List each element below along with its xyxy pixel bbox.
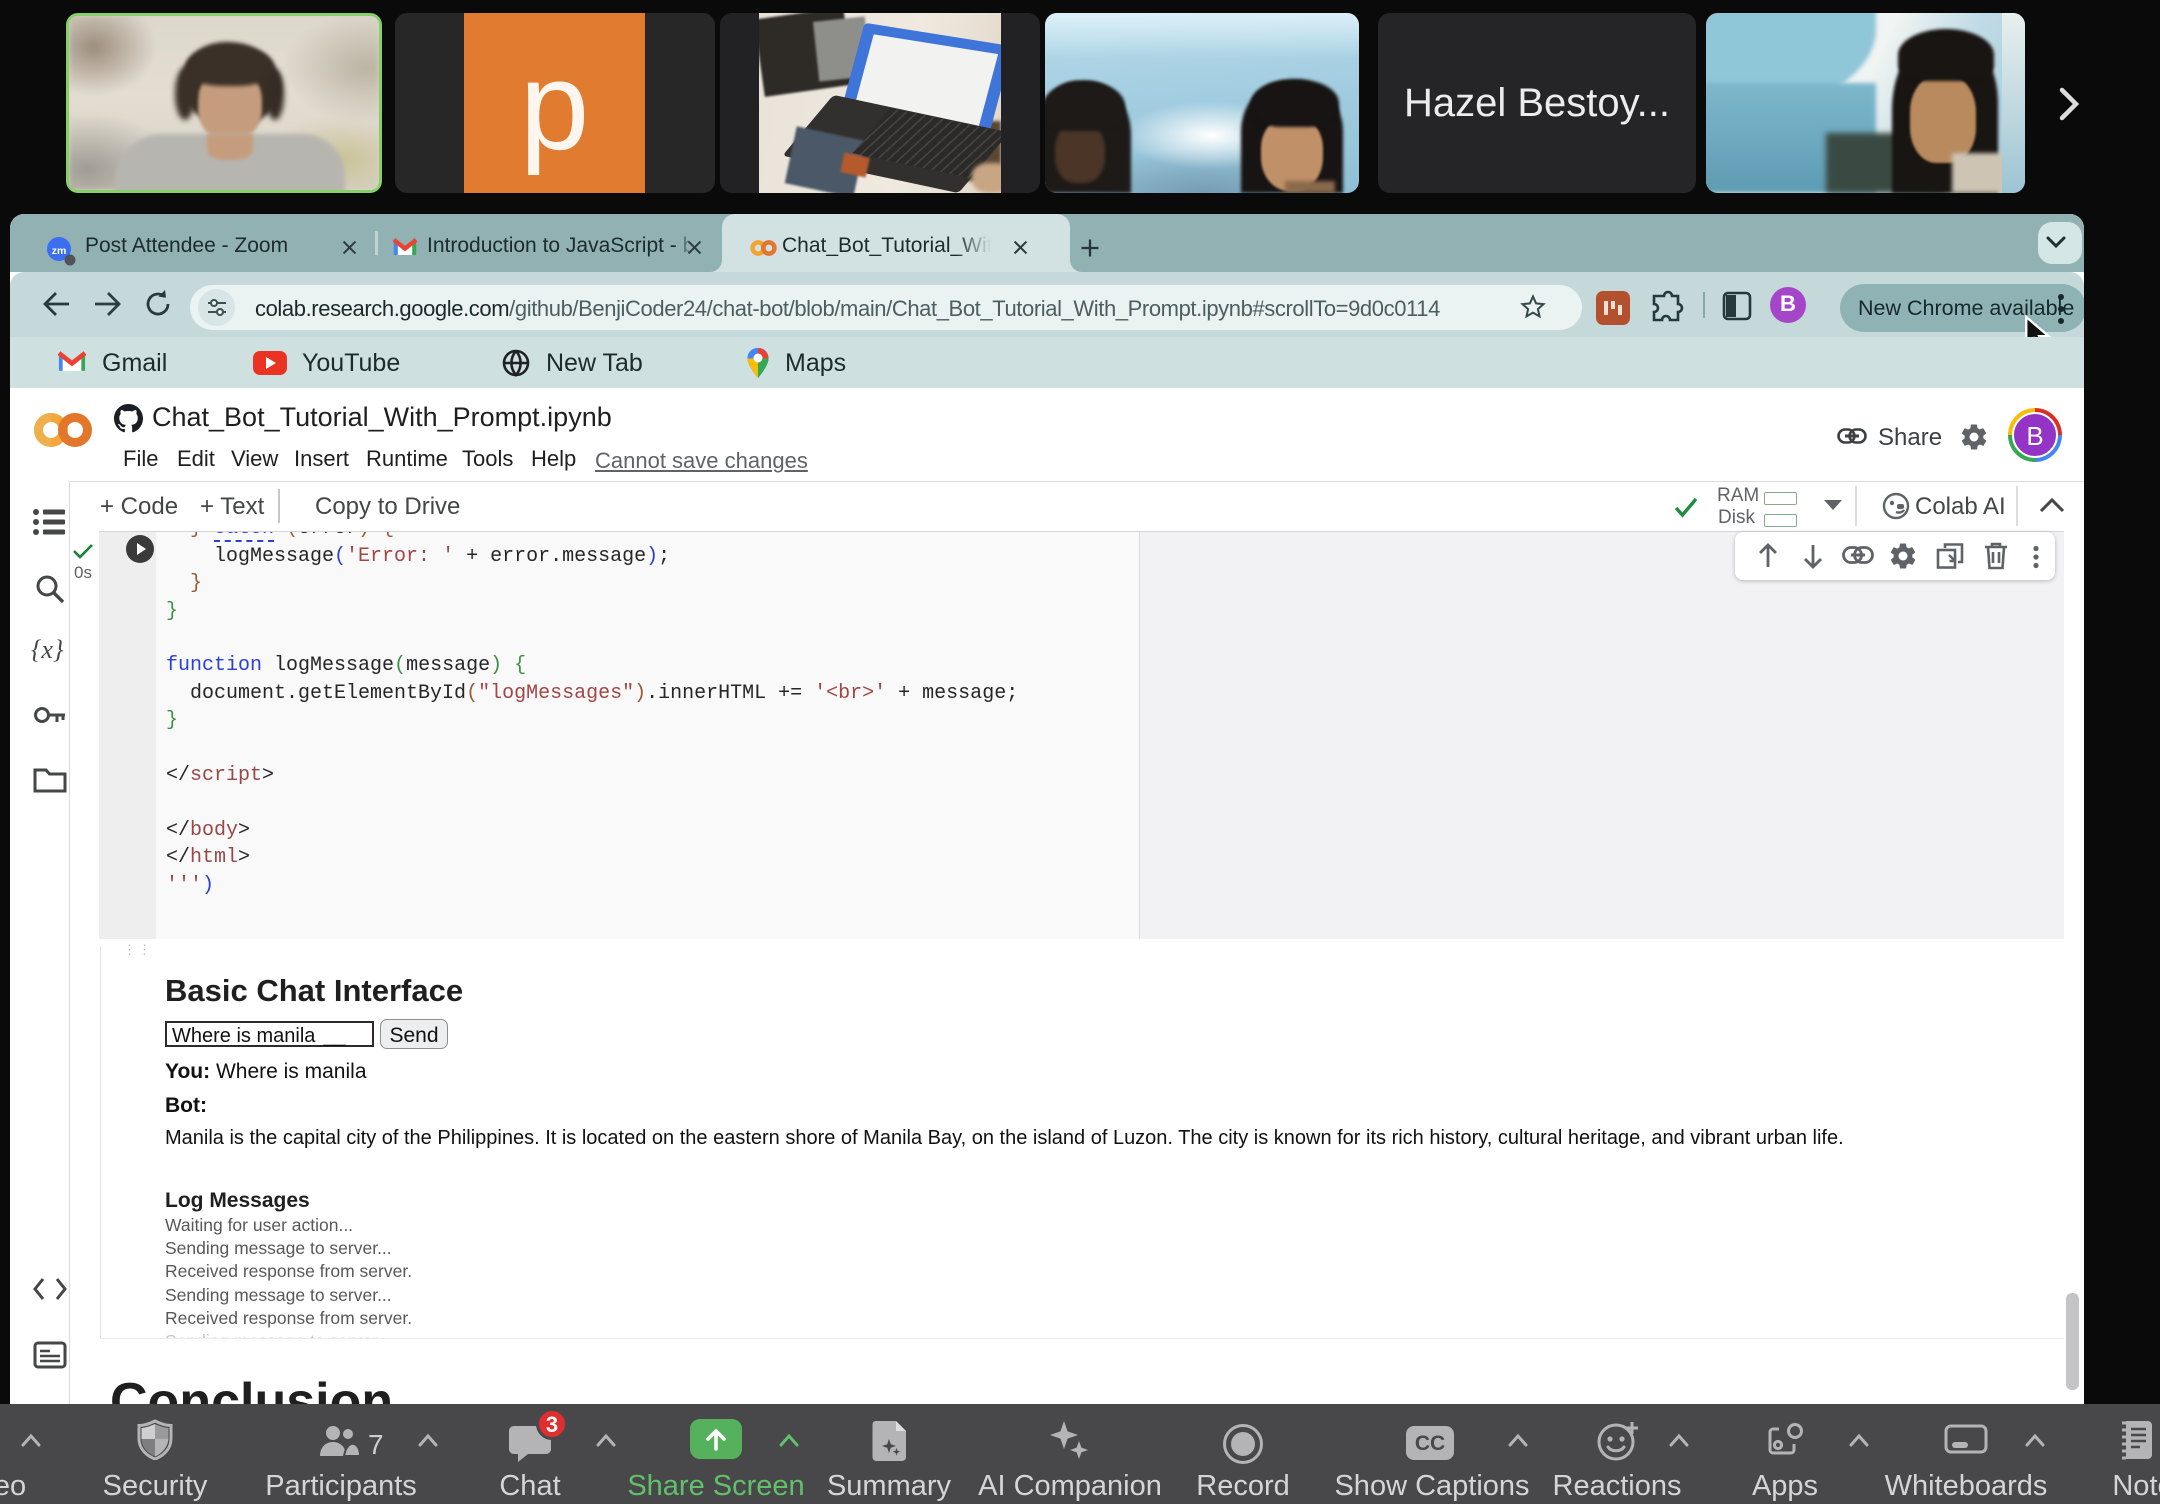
- svg-text:zm: zm: [52, 245, 67, 257]
